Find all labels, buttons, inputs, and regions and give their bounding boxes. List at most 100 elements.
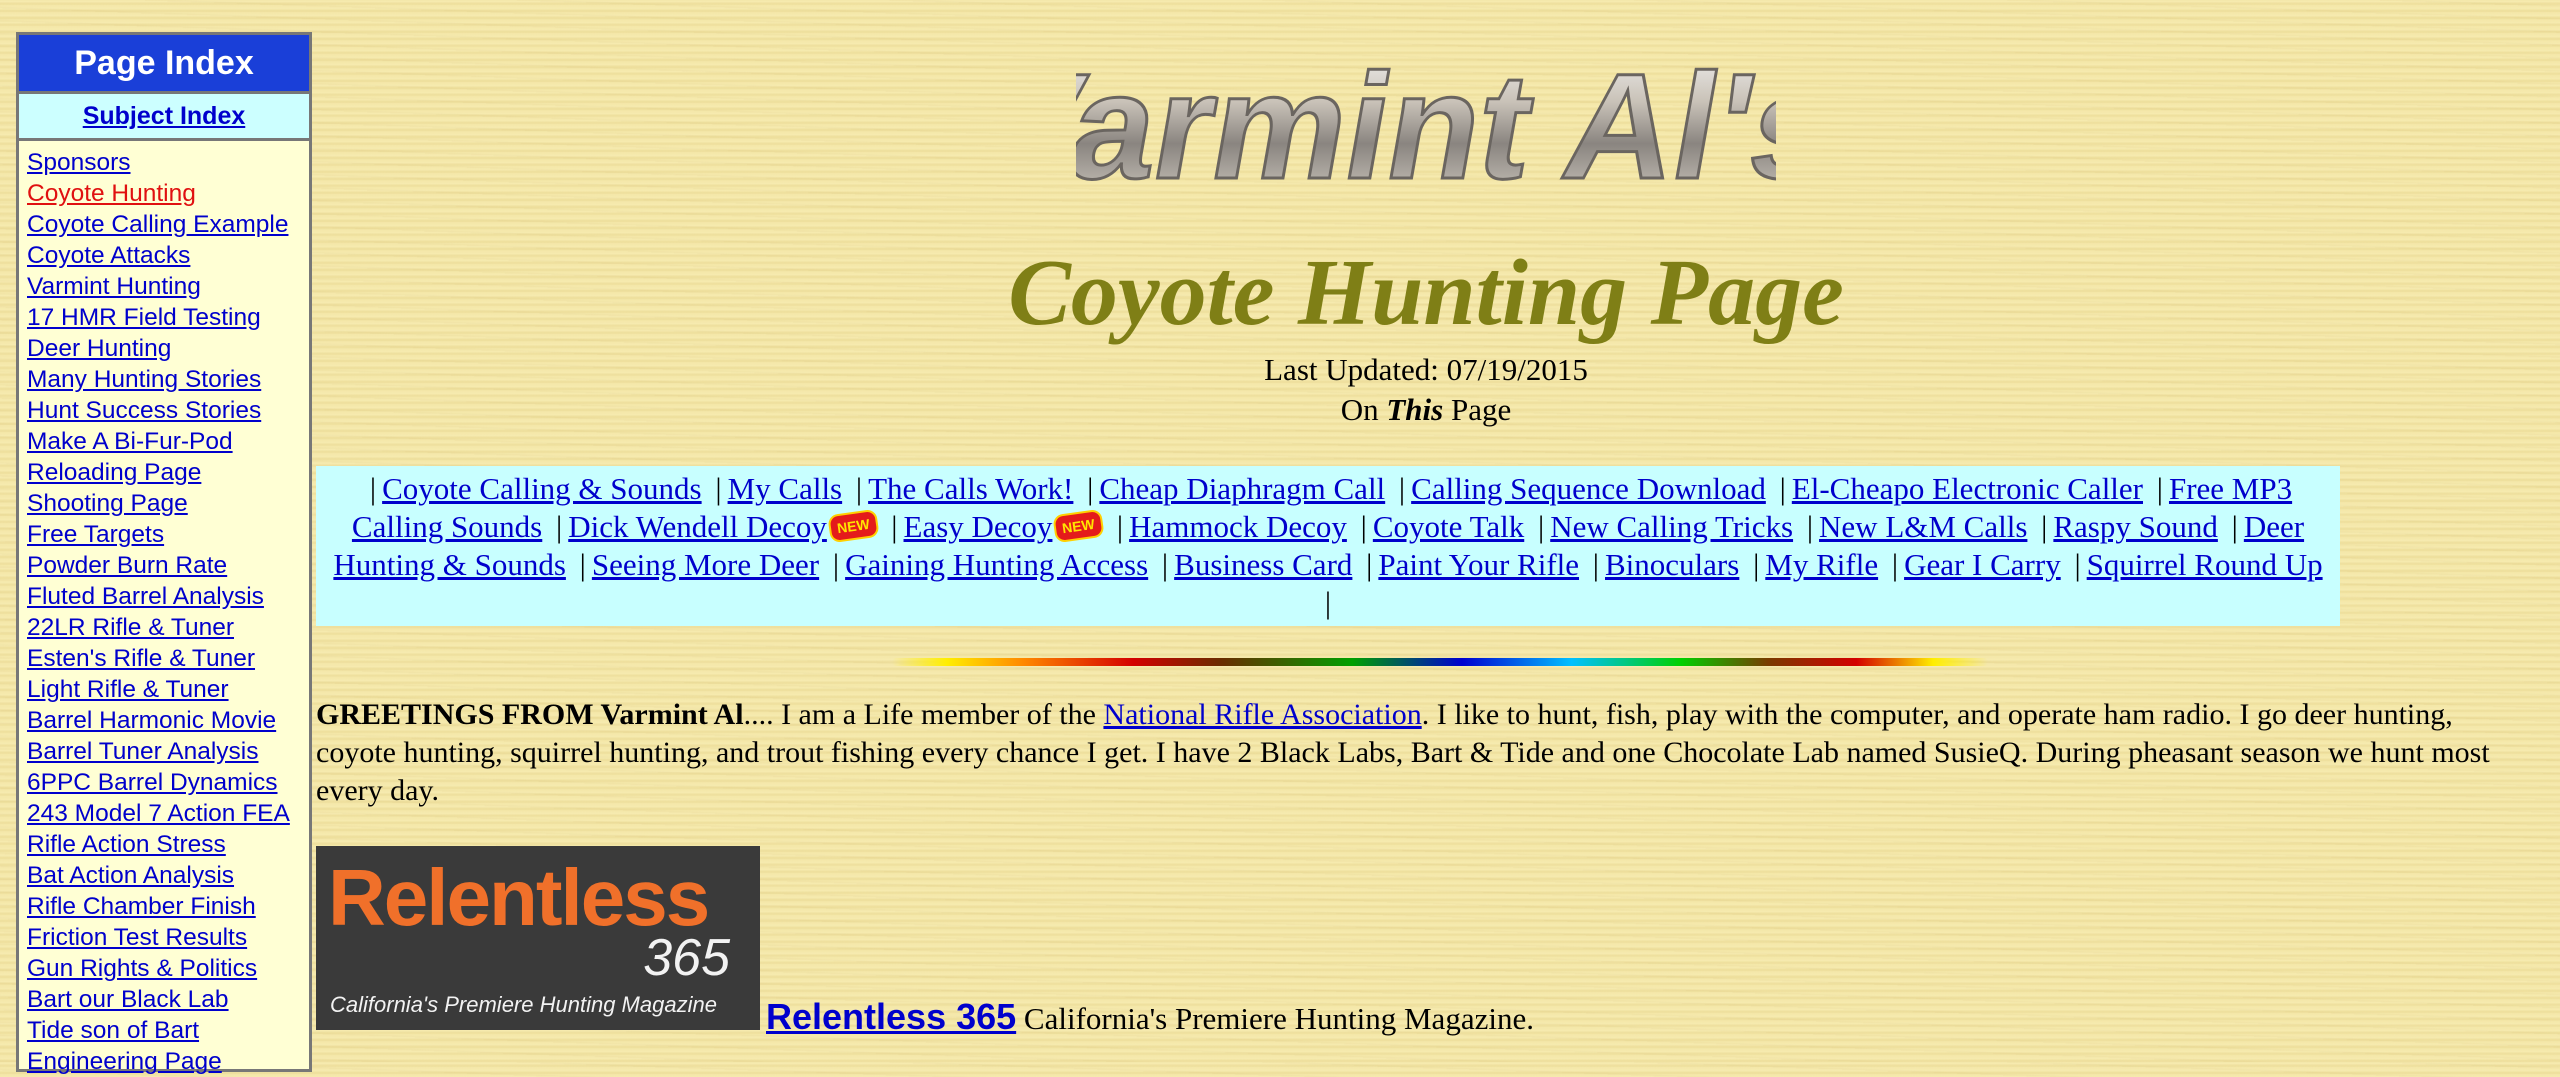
sidebar-item: Varmint Hunting [27, 271, 309, 302]
sidebar-link[interactable]: Bart our Black Lab [27, 986, 229, 1013]
nav-separator: | [1360, 509, 1367, 544]
sidebar-link[interactable]: 6PPC Barrel Dynamics [27, 769, 278, 796]
nav-separator: | [1366, 547, 1373, 582]
sidebar-item: Bart our Black Lab [27, 984, 309, 1015]
sidebar-item: Barrel Harmonic Movie [27, 705, 309, 736]
sidebar-link[interactable]: Fluted Barrel Analysis [27, 583, 264, 610]
sidebar-link[interactable]: Light Rifle & Tuner [27, 676, 229, 703]
nav-link[interactable]: My Rifle [1765, 547, 1878, 582]
nav-separator: | [1116, 509, 1124, 544]
sidebar-item: Sponsors [27, 147, 309, 178]
sidebar-item: Reloading Page [27, 457, 309, 488]
nav-separator: | [1592, 547, 1599, 582]
sponsor-row: Relentless 365 California's Premiere Hun… [316, 846, 1716, 1037]
sidebar-link[interactable]: Coyote Attacks [27, 242, 190, 269]
nav-link[interactable]: Coyote Talk [1373, 509, 1524, 544]
on-page-nav: | Coyote Calling & Sounds | My Calls | The … [316, 466, 2340, 626]
sidebar-link[interactable]: Esten's Rifle & Tuner [27, 645, 255, 672]
nav-separator: | [2231, 509, 2238, 544]
sidebar-link[interactable]: Bat Action Analysis [27, 862, 234, 889]
nav-separator: | [2074, 547, 2081, 582]
sidebar-link[interactable]: 22LR Rifle & Tuner [27, 614, 234, 641]
nav-link[interactable]: Gaining Hunting Access [845, 547, 1148, 582]
sidebar-link[interactable]: Reloading Page [27, 459, 201, 486]
nav-link[interactable]: New L&M Calls [1819, 509, 2027, 544]
sidebar-link[interactable]: Friction Test Results [27, 924, 247, 951]
nav-link[interactable]: Dick Wendell Decoy [568, 509, 827, 544]
sidebar-item: Make A Bi-Fur-Pod [27, 426, 309, 457]
rainbow-divider [892, 658, 1988, 666]
sidebar-item: Rifle Action Stress [27, 829, 309, 860]
nav-link[interactable]: Coyote Calling & Sounds [382, 471, 702, 506]
sidebar-item: Many Hunting Stories [27, 364, 309, 395]
nav-link[interactable]: Paint Your Rifle [1378, 547, 1579, 582]
sidebar-item: Gun Rights & Politics [27, 953, 309, 984]
sidebar-item: 243 Model 7 Action FEA [27, 798, 309, 829]
relentless-365-logo[interactable]: Relentless 365 California's Premiere Hun… [316, 846, 760, 1030]
sidebar-link[interactable]: Varmint Hunting [27, 273, 201, 300]
sidebar-item: Tide son of Bart [27, 1015, 309, 1046]
nav-separator: | [832, 547, 840, 582]
varmint-als-logo: Varmint Al's [1076, 42, 1776, 213]
sidebar-link[interactable]: Deer Hunting [27, 335, 171, 362]
sidebar-link[interactable]: Hunt Success Stories [27, 397, 261, 424]
sidebar-item: Esten's Rifle & Tuner [27, 643, 309, 674]
sidebar-link[interactable]: Shooting Page [27, 490, 188, 517]
last-updated: Last Updated: 07/19/2015 [1264, 352, 1588, 387]
sidebar-link[interactable]: Make A Bi-Fur-Pod [27, 428, 233, 455]
sidebar-link[interactable]: Sponsors [27, 149, 131, 176]
nav-link[interactable]: Calling Sequence Download [1411, 471, 1766, 506]
sponsor-text: Relentless 365 California's Premiere Hun… [766, 996, 1534, 1037]
nav-link[interactable]: Hammock Decoy [1129, 509, 1347, 544]
nav-separator: | [2156, 471, 2163, 506]
nav-link[interactable]: My Calls [728, 471, 843, 506]
nav-link[interactable]: Business Card [1174, 547, 1352, 582]
sidebar-link[interactable]: Coyote Calling Example [27, 211, 288, 238]
sidebar-link[interactable]: 17 HMR Field Testing [27, 304, 261, 331]
nav-link[interactable]: The Calls Work! [868, 471, 1073, 506]
nra-link[interactable]: National Rifle Association [1103, 698, 1421, 731]
nav-link[interactable]: Gear I Carry [1904, 547, 2061, 582]
nav-separator: | [1806, 509, 1814, 544]
nav-link[interactable]: Easy Decoy [904, 509, 1053, 544]
sidebar-item: 6PPC Barrel Dynamics [27, 767, 309, 798]
nav-link[interactable]: Seeing More Deer [592, 547, 819, 582]
sidebar-link[interactable]: Rifle Action Stress [27, 831, 226, 858]
nav-separator: | [2041, 509, 2048, 544]
sidebar-link[interactable]: Many Hunting Stories [27, 366, 261, 393]
nav-separator: | [1324, 585, 1332, 620]
page-title: Coyote Hunting Page [1008, 241, 1844, 345]
sidebar-link[interactable]: Barrel Tuner Analysis [27, 738, 259, 765]
nav-link[interactable]: New Calling Tricks [1550, 509, 1793, 544]
nav-link[interactable]: Raspy Sound [2053, 509, 2218, 544]
page-index-sidebar: Page Index Subject Index Sponsors Coyote … [16, 32, 312, 1075]
sidebar-link[interactable]: Rifle Chamber Finish [27, 893, 256, 920]
sidebar-item: Shooting Page [27, 488, 309, 519]
nav-link[interactable]: Binoculars [1605, 547, 1739, 582]
page-index-list: Sponsors Coyote Hunting Coyote Calling Exa… [19, 141, 309, 1077]
nav-separator: | [1779, 471, 1786, 506]
sidebar-link[interactable]: Powder Burn Rate [27, 552, 227, 579]
nav-separator: | [579, 547, 586, 582]
new-badge-icon: NEW [827, 508, 880, 544]
sidebar-link[interactable]: Coyote Hunting [27, 180, 196, 207]
greeting-heading: GREETINGS FROM Varmint Al [316, 698, 744, 731]
sidebar-item: Coyote Calling Example [27, 209, 309, 240]
sidebar-item: Powder Burn Rate [27, 550, 309, 581]
sidebar-link[interactable]: Free Targets [27, 521, 164, 548]
subject-index-link[interactable]: Subject Index [83, 102, 246, 130]
nav-separator: | [855, 471, 863, 506]
subject-index-cell: Subject Index [19, 94, 309, 141]
nav-link[interactable]: El-Cheapo Electronic Caller [1792, 471, 2143, 506]
sidebar-link[interactable]: Barrel Harmonic Movie [27, 707, 276, 734]
sidebar-link[interactable]: Tide son of Bart [27, 1017, 199, 1044]
sidebar-link[interactable]: 243 Model 7 Action FEA [27, 800, 290, 827]
sidebar-item: Coyote Attacks [27, 240, 309, 271]
sidebar-item: Deer Hunting [27, 333, 309, 364]
sidebar-link[interactable]: Gun Rights & Politics [27, 955, 257, 982]
sidebar-item: Free Targets [27, 519, 309, 550]
nav-link[interactable]: Squirrel Round Up [2087, 547, 2323, 582]
nav-link[interactable]: Cheap Diaphragm Call [1099, 471, 1385, 506]
relentless-365-link[interactable]: Relentless 365 [766, 996, 1016, 1037]
nav-separator: | [1537, 509, 1545, 544]
